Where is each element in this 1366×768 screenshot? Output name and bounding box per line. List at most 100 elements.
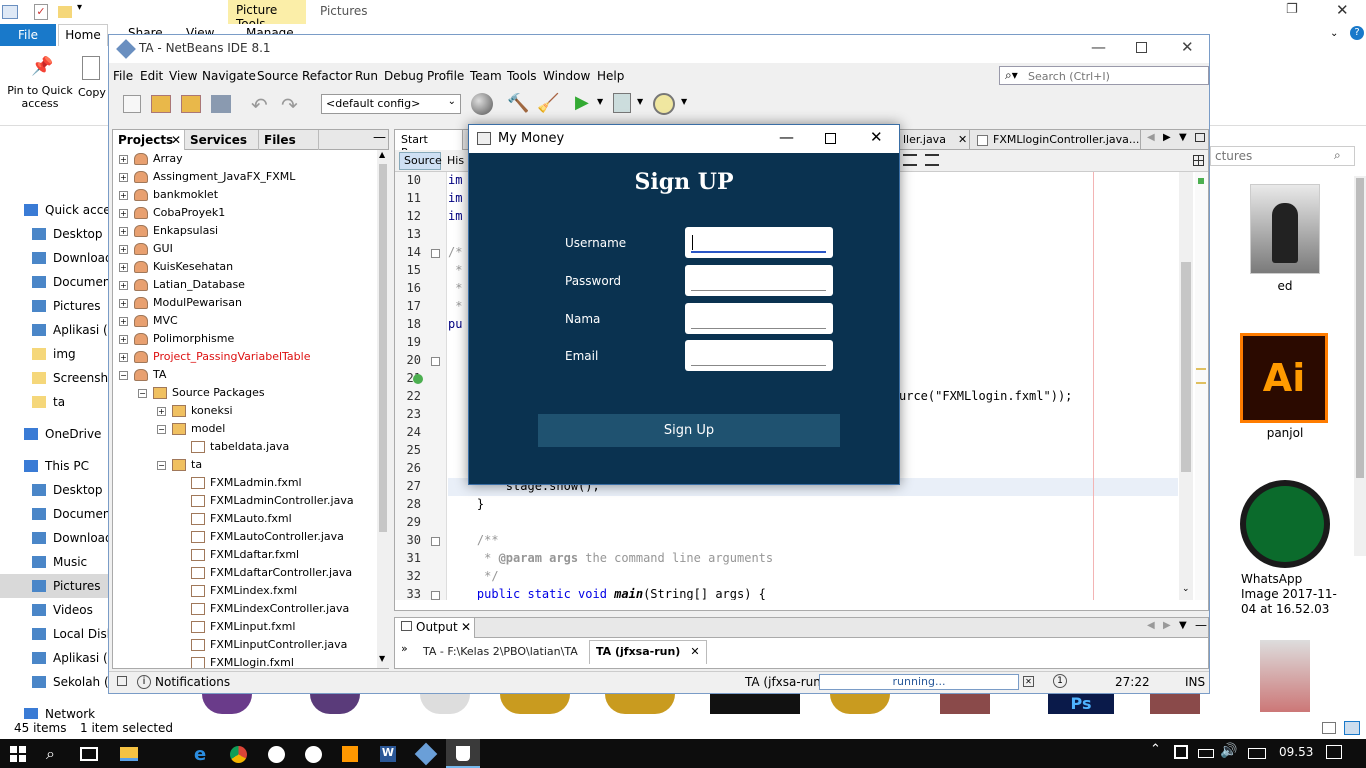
tree-node[interactable]: tabeldata.java bbox=[113, 438, 377, 456]
expand-icon[interactable]: + bbox=[157, 407, 166, 416]
scroll-right-icon[interactable]: ▶ bbox=[1163, 620, 1171, 631]
tree-node[interactable]: FXMLadmin.fxml bbox=[113, 474, 377, 492]
tab-files[interactable]: Files bbox=[259, 130, 319, 150]
menu-team[interactable]: Team bbox=[470, 69, 502, 83]
nav-item[interactable]: Documents bbox=[0, 502, 110, 526]
info-icon[interactable]: i bbox=[137, 675, 151, 689]
thumbnail[interactable] bbox=[202, 694, 252, 714]
cancel-task-icon[interactable]: ✕ bbox=[1023, 676, 1034, 687]
tree-node[interactable]: FXMLautoController.java bbox=[113, 528, 377, 546]
tree-node[interactable]: + Project_PassingVariabelTable bbox=[113, 348, 377, 366]
config-select[interactable]: <default config> ⌄ bbox=[321, 94, 461, 114]
run-icon[interactable]: ▶ bbox=[575, 92, 589, 113]
open-project-icon[interactable] bbox=[181, 95, 201, 113]
sublime-icon[interactable] bbox=[342, 746, 358, 762]
expand-icon[interactable]: + bbox=[119, 299, 128, 308]
profile-dropdown-icon[interactable]: ▼ bbox=[681, 97, 687, 106]
nav-item[interactable]: Downloads bbox=[0, 526, 110, 550]
dropdown-icon[interactable]: ▼ bbox=[1179, 620, 1187, 631]
tree-node[interactable]: − TA bbox=[113, 366, 377, 384]
battery-icon[interactable] bbox=[1198, 749, 1214, 758]
menu-file[interactable]: File bbox=[113, 69, 133, 83]
edge-icon[interactable]: e bbox=[194, 744, 214, 765]
nav-item[interactable]: Quick access bbox=[0, 198, 110, 222]
tree-node[interactable]: − Source Packages bbox=[113, 384, 377, 402]
nav-item[interactable]: Videos bbox=[0, 598, 110, 622]
steam-icon[interactable] bbox=[268, 746, 285, 763]
ribbon-tab-file[interactable]: File bbox=[0, 24, 56, 46]
details-view-icon[interactable] bbox=[1322, 722, 1336, 734]
tree-node[interactable]: − model bbox=[113, 420, 377, 438]
editor-tab-controller[interactable]: ller.java ✕ bbox=[900, 130, 970, 150]
expand-icon[interactable]: + bbox=[119, 155, 128, 164]
scroll-thumb[interactable] bbox=[379, 164, 387, 532]
output-run-tab-1[interactable]: TA - F:\Kelas 2\PBO\latian\TA bbox=[423, 645, 578, 658]
close-dialog-button[interactable]: ✕ bbox=[870, 128, 883, 146]
help-icon[interactable]: ? bbox=[1350, 26, 1364, 40]
nav-item[interactable]: This PC bbox=[0, 454, 110, 478]
tree-node[interactable]: + CobaProyek1 bbox=[113, 204, 377, 222]
tree-node[interactable]: + MVC bbox=[113, 312, 377, 330]
debug-dropdown-icon[interactable]: ▼ bbox=[637, 97, 643, 106]
thumbnail[interactable] bbox=[710, 694, 800, 714]
tree-node[interactable]: + Assingment_JavaFX_FXML bbox=[113, 168, 377, 186]
collapse-icon[interactable]: − bbox=[138, 389, 147, 398]
override-annotation-icon[interactable] bbox=[413, 374, 423, 384]
expand-icon[interactable]: + bbox=[119, 227, 128, 236]
ide-search-input[interactable] bbox=[999, 66, 1209, 85]
illustrator-file-icon[interactable]: Ai bbox=[1240, 333, 1328, 423]
copy-button[interactable]: Copy bbox=[78, 56, 108, 99]
pin-to-quick-access-button[interactable]: 📌 Pin to Quick access bbox=[4, 56, 76, 110]
collapse-icon[interactable]: − bbox=[157, 425, 166, 434]
tree-node[interactable]: FXMLdaftar.fxml bbox=[113, 546, 377, 564]
maximize-dialog-button[interactable] bbox=[825, 133, 836, 144]
scroll-down-icon[interactable]: ▼ bbox=[379, 654, 385, 663]
nav-item[interactable]: Music bbox=[0, 550, 110, 574]
thumbnail[interactable] bbox=[310, 694, 360, 714]
volume-icon[interactable]: 🔊 bbox=[1220, 743, 1240, 763]
scroll-up-icon[interactable]: ▲ bbox=[379, 150, 385, 159]
minimize-button[interactable]: — bbox=[1091, 38, 1106, 56]
tree-node[interactable]: + ModulPewarisan bbox=[113, 294, 377, 312]
tree-node[interactable]: + bankmoklet bbox=[113, 186, 377, 204]
tree-node[interactable]: FXMLadminController.java bbox=[113, 492, 377, 510]
minimize-panel-icon[interactable]: — bbox=[373, 130, 386, 145]
run-dropdown-icon[interactable]: ▼ bbox=[597, 97, 603, 106]
nav-item[interactable]: ta bbox=[0, 390, 110, 414]
expand-icon[interactable]: + bbox=[119, 191, 128, 200]
new-project-icon[interactable] bbox=[151, 95, 171, 113]
uncomment-icon[interactable] bbox=[925, 154, 939, 166]
thumbnail[interactable] bbox=[605, 694, 675, 714]
scroll-tabs-right-icon[interactable]: ▶ bbox=[1163, 132, 1171, 143]
progress-bar[interactable]: running... bbox=[819, 674, 1019, 690]
nav-item[interactable]: Desktop bbox=[0, 222, 110, 246]
tab-projects[interactable]: Projects ✕ bbox=[113, 130, 185, 150]
quick-access-dropdown-icon[interactable]: ▾ bbox=[77, 2, 82, 13]
nav-item[interactable]: OneDrive bbox=[0, 422, 110, 446]
tree-node[interactable]: + Array bbox=[113, 150, 377, 168]
tab-source[interactable]: Source bbox=[399, 152, 442, 170]
tree-node[interactable]: + GUI bbox=[113, 240, 377, 258]
nav-item[interactable]: Local Disk bbox=[0, 622, 110, 646]
task-view-icon[interactable] bbox=[80, 747, 98, 761]
clock[interactable]: 09.53 bbox=[1279, 745, 1313, 759]
ribbon-tab-home[interactable]: Home bbox=[58, 24, 108, 46]
menu-window[interactable]: Window bbox=[543, 69, 590, 83]
file-explorer-icon[interactable] bbox=[120, 747, 138, 761]
fold-icon[interactable] bbox=[431, 537, 440, 546]
collapse-icon[interactable]: − bbox=[119, 371, 128, 380]
fold-icon[interactable] bbox=[431, 249, 440, 258]
tree-node[interactable]: FXMLinputController.java bbox=[113, 636, 377, 654]
expand-icon[interactable]: + bbox=[119, 335, 128, 344]
network-icon[interactable] bbox=[1174, 745, 1188, 759]
expand-icon[interactable]: + bbox=[119, 173, 128, 182]
close-icon[interactable]: ✕ bbox=[171, 130, 181, 150]
menu-navigate[interactable]: Navigate bbox=[202, 69, 256, 83]
thumbnail[interactable] bbox=[940, 694, 990, 714]
tab-output[interactable]: Output ✕ bbox=[395, 618, 475, 638]
scroll-tabs-left-icon[interactable]: ◀ bbox=[1147, 132, 1155, 143]
close-button[interactable]: ✕ bbox=[1181, 38, 1194, 56]
new-folder-quick-icon[interactable] bbox=[58, 6, 72, 18]
fold-icon[interactable] bbox=[431, 591, 440, 600]
scroll-left-icon[interactable]: ◀ bbox=[1147, 620, 1155, 631]
